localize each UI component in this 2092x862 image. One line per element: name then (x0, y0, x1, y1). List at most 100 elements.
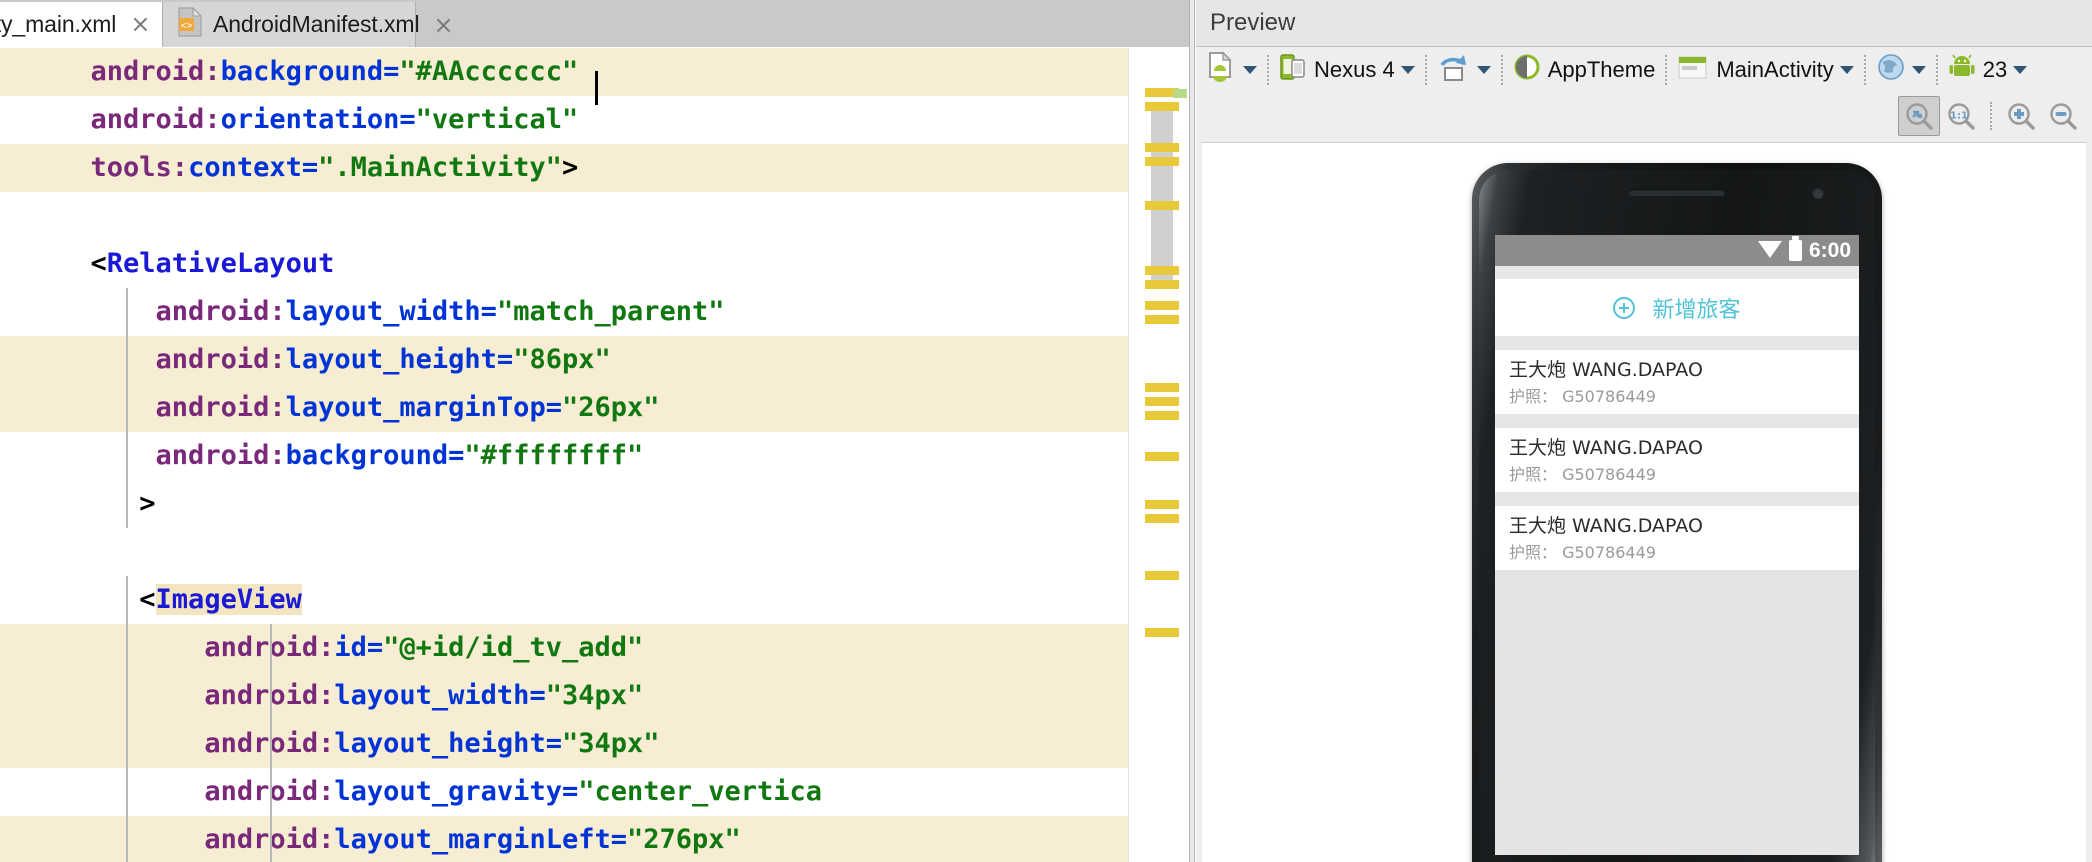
gutter-marker[interactable] (1145, 397, 1179, 406)
indent-guide (126, 768, 128, 816)
toolbar-orientation-selector[interactable] (1432, 51, 1496, 89)
activity-label: MainActivity (1716, 57, 1834, 82)
gutter-marker[interactable] (1145, 201, 1179, 210)
code-token: android (90, 104, 205, 135)
device-screen[interactable]: 6:00 新增旅客 王大炮 WANG.DAPAO 护照： G50786449 王大炮… (1495, 235, 1859, 855)
indent-guide (270, 720, 272, 768)
code-token: : (269, 440, 286, 471)
chevron-down-icon[interactable] (1243, 66, 1257, 74)
gutter-marker[interactable] (1145, 280, 1179, 289)
globe-icon (1876, 52, 1906, 88)
code-line[interactable]: android:layout_marginTop="26px" (0, 384, 1128, 432)
list-item[interactable]: 王大炮 WANG.DAPAO 护照： G50786449 (1495, 350, 1859, 414)
gutter-marker[interactable] (1145, 266, 1179, 275)
preview-header: Preview (1196, 0, 2092, 47)
indent-guide (126, 624, 128, 672)
code-line[interactable]: android:layout_gravity="center_vertica (0, 768, 1128, 816)
code-token: android (204, 728, 319, 759)
close-icon[interactable]: × (433, 13, 453, 37)
code-line[interactable]: android:orientation="vertical" (0, 96, 1128, 144)
code-line[interactable]: android:background="#ffffffff" (0, 432, 1128, 480)
code-token: layout_gravity= (334, 776, 579, 807)
code-token: "vertical" (415, 104, 579, 135)
code-line[interactable]: android:id="@+id/id_tv_add" (0, 624, 1128, 672)
gutter-marker[interactable] (1145, 383, 1179, 392)
code-line[interactable]: tools:context=".MainActivity"> (0, 144, 1128, 192)
code-line[interactable]: <RelativeLayout (0, 240, 1128, 288)
code-token: < (90, 248, 107, 279)
preview-render-canvas[interactable]: 6:00 新增旅客 王大炮 WANG.DAPAO 护照： G50786449 王大炮… (1202, 142, 2086, 862)
device-frame-nexus-4: 6:00 新增旅客 王大炮 WANG.DAPAO 护照： G50786449 王大炮… (1472, 163, 1882, 862)
gutter-marker[interactable] (1145, 514, 1179, 523)
toolbar-theme-selector[interactable]: AppTheme (1508, 51, 1661, 89)
gutter-marker[interactable] (1145, 157, 1179, 166)
code-line[interactable] (0, 192, 1128, 240)
tab-activity-main-xml[interactable]: tivity_main.xml × (0, 2, 163, 47)
code-line[interactable]: android:layout_width="34px" (0, 672, 1128, 720)
indent-guide (126, 432, 128, 480)
code-token: android (155, 440, 270, 471)
gutter-marker[interactable] (1145, 628, 1179, 637)
chevron-down-icon[interactable] (1476, 66, 1491, 74)
zoom-out-button[interactable] (2042, 96, 2084, 136)
svg-text:<>: <> (180, 20, 192, 31)
gutter-marker[interactable] (1145, 411, 1179, 420)
zoom-to-fit-button[interactable] (1898, 96, 1940, 136)
code-line[interactable] (0, 528, 1128, 576)
close-icon[interactable]: × (130, 12, 150, 36)
phone-camera-icon (1812, 187, 1824, 199)
toolbar-api-level-selector[interactable]: 23 (1943, 51, 2032, 89)
code-line[interactable]: > (0, 480, 1128, 528)
code-line[interactable]: android:layout_height="86px" (0, 336, 1128, 384)
pane-divider[interactable] (1189, 0, 1195, 862)
code-editor[interactable]: android:background="#AAcccccc" android:o… (0, 48, 1128, 862)
android-status-bar: 6:00 (1495, 235, 1859, 266)
toolbar-config-file[interactable] (1202, 51, 1262, 89)
code-line[interactable]: <ImageView (0, 576, 1128, 624)
passenger-name: 王大炮 WANG.DAPAO (1509, 515, 1703, 537)
gutter-marker[interactable] (1145, 315, 1179, 324)
tab-strip-filler (416, 2, 1189, 47)
api-level-label: 23 (1982, 57, 2008, 82)
gutter-marker[interactable] (1145, 452, 1179, 461)
code-token: RelativeLayout (106, 248, 335, 279)
code-token: : (318, 728, 335, 759)
zoom-actual-size-button[interactable]: 1:1 (1940, 96, 1982, 136)
code-line[interactable]: android:background="#AAcccccc" (0, 48, 1128, 96)
gutter-marker[interactable] (1145, 571, 1179, 580)
gutter-marker[interactable] (1173, 89, 1187, 98)
editor-scrollbar-thumb[interactable] (1151, 108, 1173, 288)
toolbar-separator (1665, 55, 1668, 85)
toolbar-locale-selector[interactable] (1871, 51, 1931, 89)
tab-android-manifest-xml[interactable]: <> AndroidManifest.xml × (163, 2, 454, 47)
toolbar-activity-selector[interactable]: MainActivity (1672, 51, 1858, 89)
indent-guide (126, 384, 128, 432)
code-line[interactable]: android:layout_width="match_parent" (0, 288, 1128, 336)
gutter-marker[interactable] (1145, 500, 1179, 509)
indent-guide (126, 720, 128, 768)
list-separator (1495, 336, 1859, 350)
code-token: android (90, 56, 205, 87)
chevron-down-icon[interactable] (1911, 66, 1926, 74)
toolbar-device-selector[interactable]: Nexus 4 (1274, 51, 1420, 89)
code-line[interactable]: android:layout_height="34px" (0, 720, 1128, 768)
gutter-marker[interactable] (1145, 102, 1179, 111)
add-passenger-button[interactable]: 新增旅客 (1495, 279, 1859, 336)
list-item[interactable]: 王大炮 WANG.DAPAO 护照： G50786449 (1495, 428, 1859, 492)
phone-speaker (1629, 189, 1725, 196)
list-separator (1495, 492, 1859, 506)
editor-marker-gutter[interactable] (1128, 48, 1189, 862)
chevron-down-icon[interactable] (1400, 66, 1415, 74)
list-item[interactable]: 王大炮 WANG.DAPAO 护照： G50786449 (1495, 506, 1859, 570)
code-token: : (269, 296, 286, 327)
code-token: layout_width= (285, 296, 497, 327)
chevron-down-icon[interactable] (1839, 66, 1854, 74)
zoom-in-button[interactable] (2000, 96, 2042, 136)
code-token: android (155, 392, 270, 423)
gutter-marker[interactable] (1145, 301, 1179, 310)
gutter-marker[interactable] (1145, 143, 1179, 152)
chevron-down-icon[interactable] (2013, 66, 2028, 74)
code-line[interactable]: android:layout_marginLeft="276px" (0, 816, 1128, 862)
